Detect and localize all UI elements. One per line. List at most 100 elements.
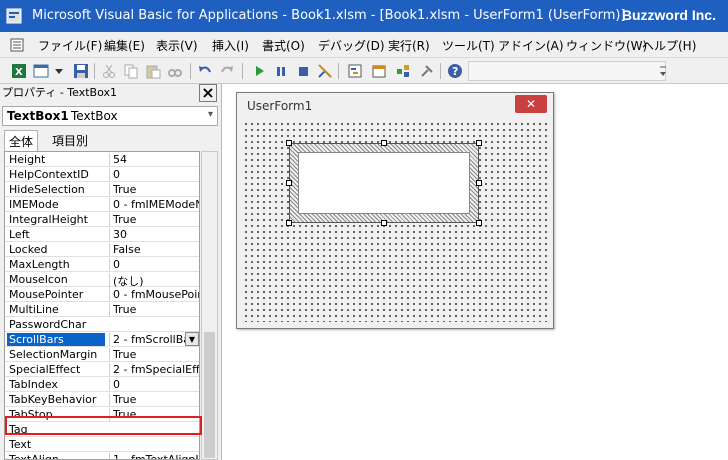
toolbar-separator <box>338 63 339 79</box>
property-value[interactable]: 54 <box>109 153 199 166</box>
property-row[interactable]: TextAlign 1 - fmTextAlignL <box>5 452 199 459</box>
close-icon[interactable]: × <box>199 84 217 102</box>
userform-title: UserForm1 <box>247 99 313 113</box>
resize-handle[interactable] <box>381 140 387 146</box>
menu-help[interactable]: ヘルプ(H) <box>642 37 696 54</box>
dropdown-arrow-icon[interactable] <box>54 62 64 80</box>
project-explorer-icon[interactable] <box>346 62 364 80</box>
property-value[interactable]: True <box>109 393 199 406</box>
property-row[interactable]: HideSelection True <box>5 182 199 197</box>
property-row[interactable]: Height 54 <box>5 152 199 167</box>
property-value[interactable]: True <box>109 213 199 226</box>
property-grid-scrollbar[interactable] <box>201 151 218 460</box>
property-row[interactable]: MouseIcon (なし) <box>5 272 199 289</box>
svg-text:X: X <box>15 67 23 78</box>
resize-handle[interactable] <box>381 220 387 226</box>
module-icon[interactable] <box>10 38 24 52</box>
brand-label: Buzzword Inc. <box>621 7 716 23</box>
break-icon[interactable] <box>272 62 290 80</box>
resize-handle[interactable] <box>476 220 482 226</box>
properties-window-icon[interactable] <box>370 62 388 80</box>
object-browser-icon[interactable] <box>394 62 412 80</box>
property-value[interactable]: True <box>109 303 199 316</box>
property-value[interactable]: False <box>109 243 199 256</box>
property-row[interactable]: TabKeyBehavior True <box>5 392 199 407</box>
property-value[interactable]: 0 <box>109 168 199 181</box>
resize-handle[interactable] <box>476 140 482 146</box>
object-selector[interactable]: TextBox1 TextBox ▾ <box>2 106 218 126</box>
resize-handle[interactable] <box>476 180 482 186</box>
find-icon[interactable] <box>166 62 184 80</box>
property-row[interactable]: SpecialEffect 2 - fmSpecialEffe <box>5 362 199 377</box>
property-row[interactable]: ScrollBars 2 - fmScrollBa ▼ <box>5 332 199 347</box>
property-name: SelectionMargin <box>9 348 98 361</box>
property-row[interactable]: SelectionMargin True <box>5 347 199 362</box>
cut-icon[interactable] <box>100 62 118 80</box>
chevron-down-icon: ▾ <box>207 109 213 120</box>
undo-icon[interactable] <box>196 62 214 80</box>
menu-debug[interactable]: デバッグ(D) <box>318 37 385 54</box>
textbox-control[interactable] <box>298 152 470 214</box>
tab-alphabetic[interactable]: 全体 <box>4 130 39 152</box>
property-row[interactable]: IMEMode 0 - fmIMEModeNo <box>5 197 199 212</box>
menu-tools[interactable]: ツール(T) <box>442 37 495 54</box>
property-row[interactable]: Locked False <box>5 242 199 257</box>
design-mode-icon[interactable] <box>316 62 334 80</box>
property-value[interactable]: 1 - fmTextAlignL <box>109 453 199 459</box>
property-row[interactable]: MultiLine True <box>5 302 199 317</box>
scrollbar-thumb[interactable] <box>204 332 215 458</box>
userform-window[interactable]: UserForm1 ✕ <box>236 92 554 329</box>
menu-view[interactable]: 表示(V) <box>156 37 198 54</box>
property-value[interactable]: 0 - fmMousePoint <box>109 288 199 301</box>
property-name: ScrollBars <box>7 333 105 346</box>
property-row[interactable]: IntegralHeight True <box>5 212 199 227</box>
property-value[interactable]: True <box>109 183 199 196</box>
userform-canvas[interactable] <box>243 121 547 322</box>
menu-edit[interactable]: 編集(E) <box>104 37 145 54</box>
menu-insert[interactable]: 挿入(I) <box>212 37 249 54</box>
menu-file[interactable]: ファイル(F) <box>38 37 102 54</box>
help-icon[interactable]: ? <box>446 62 464 80</box>
resize-handle[interactable] <box>286 180 292 186</box>
menu-format[interactable]: 書式(O) <box>262 37 305 54</box>
toolbar-options-icon[interactable] <box>658 62 668 80</box>
property-row[interactable]: MousePointer 0 - fmMousePoint <box>5 287 199 302</box>
paste-icon[interactable] <box>144 62 162 80</box>
userform-titlebar: UserForm1 ✕ <box>237 93 553 119</box>
property-row[interactable]: HelpContextID 0 <box>5 167 199 182</box>
toolbar-separator <box>94 63 95 79</box>
redo-icon[interactable] <box>218 62 236 80</box>
menu-bar: ファイル(F) 編集(E) 表示(V) 挿入(I) 書式(O) デバッグ(D) … <box>0 32 728 58</box>
close-icon[interactable]: ✕ <box>515 95 547 113</box>
insert-userform-icon[interactable] <box>32 62 50 80</box>
property-name: Text <box>9 438 32 451</box>
menu-window[interactable]: ウィンドウ(W) <box>566 37 647 54</box>
property-row[interactable]: TabIndex 0 <box>5 377 199 392</box>
menu-addins[interactable]: アドイン(A) <box>498 37 564 54</box>
reset-icon[interactable] <box>294 62 312 80</box>
property-grid: Height 54 HelpContextID 0 HideSelection True I… <box>4 151 200 460</box>
save-icon[interactable] <box>72 62 90 80</box>
dropdown-arrow-icon[interactable]: ▼ <box>185 332 199 346</box>
tab-categorized[interactable]: 項目別 <box>48 130 92 150</box>
property-value[interactable]: 0 <box>109 378 199 391</box>
run-icon[interactable] <box>250 62 268 80</box>
object-type: TextBox <box>71 109 118 123</box>
menu-run[interactable]: 実行(R) <box>388 37 430 54</box>
resize-handle[interactable] <box>286 140 292 146</box>
property-row[interactable]: Text <box>5 437 199 452</box>
standard-toolbar: X ? <box>0 58 728 84</box>
property-row[interactable]: MaxLength 0 <box>5 257 199 272</box>
property-value[interactable]: 0 <box>109 258 199 271</box>
property-value[interactable]: 30 <box>109 228 199 241</box>
property-value[interactable]: True <box>109 348 199 361</box>
toolbox-icon[interactable] <box>418 62 436 80</box>
property-value[interactable]: 0 - fmIMEModeNo <box>109 198 199 211</box>
property-row[interactable]: Left 30 <box>5 227 199 242</box>
property-value[interactable]: 2 - fmSpecialEffe <box>109 363 199 376</box>
textbox-selection-frame[interactable] <box>289 143 479 223</box>
excel-icon[interactable]: X <box>10 62 28 80</box>
property-row[interactable]: PasswordChar <box>5 317 199 332</box>
resize-handle[interactable] <box>286 220 292 226</box>
copy-icon[interactable] <box>122 62 140 80</box>
